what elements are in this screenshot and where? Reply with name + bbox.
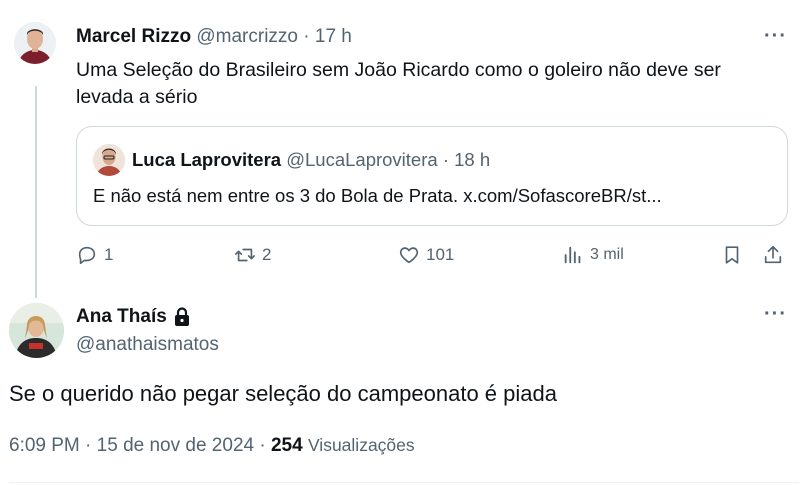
tweet-time[interactable]: 6:09 PM (9, 435, 80, 456)
author-name[interactable]: Marcel Rizzo (76, 26, 191, 48)
author-name-row: Ana Thaís (76, 306, 191, 328)
repost-count: 2 (262, 245, 272, 264)
main-tweet-text: Se o querido não pegar seleção do campeo… (9, 381, 557, 406)
reply-count: 1 (104, 245, 114, 264)
avatar (93, 144, 125, 176)
separator-dot: · (85, 435, 92, 456)
author-handle[interactable]: @marcrizzo (196, 26, 298, 48)
author-name[interactable]: Ana Thaís (76, 306, 167, 328)
quoted-tweet-time: 18 h (454, 149, 491, 170)
reply-button[interactable]: 1 (76, 244, 113, 266)
tweet-metadata: 6:09 PM · 15 de nov de 2024 · 254 Visual… (9, 435, 415, 457)
tweet-date[interactable]: 15 de nov de 2024 (97, 435, 254, 456)
share-button[interactable] (762, 244, 784, 266)
quoted-author-handle: @LucaLaprovitera (286, 149, 438, 170)
views-button[interactable]: 3 mil (562, 244, 624, 266)
quoted-tweet-header: Luca Laprovitera @LucaLaprovitera · 18 h (132, 149, 490, 171)
reply-icon (78, 246, 96, 265)
bookmark-button[interactable] (721, 244, 743, 266)
lock-icon (174, 307, 189, 326)
separator-dot: · (259, 435, 266, 456)
like-button[interactable]: 101 (398, 244, 454, 266)
views-chart-icon (564, 246, 581, 264)
avatar[interactable] (9, 303, 64, 358)
separator-dot: · (303, 26, 310, 47)
repost-icon (235, 248, 255, 262)
parent-tweet-header: Marcel Rizzo @marcrizzo · 17 h (76, 26, 352, 48)
more-options-button[interactable]: ··· (764, 304, 787, 324)
tweet-actions-bar: 1 2 101 3 mil (76, 244, 788, 272)
quoted-tweet[interactable]: Luca Laprovitera @LucaLaprovitera · 18 h… (76, 126, 788, 226)
quoted-author-name: Luca Laprovitera (132, 149, 282, 170)
views-count: 3 mil (590, 246, 624, 263)
views-count: 254 (270, 435, 303, 456)
heart-icon (399, 247, 419, 264)
like-count: 101 (426, 245, 455, 264)
quoted-tweet-text: E não está nem entre os 3 do Bola de Pra… (93, 185, 662, 206)
thread-connector-line (35, 86, 37, 298)
author-handle[interactable]: @anathaismatos (76, 334, 219, 356)
parent-tweet-text: Uma Seleção do Brasileiro sem João Ricar… (76, 59, 721, 108)
bookmark-icon (725, 246, 739, 264)
avatar[interactable] (14, 22, 56, 64)
repost-button[interactable]: 2 (234, 244, 271, 266)
views-label: Visualizações (307, 435, 415, 455)
tweet-time[interactable]: 17 h (315, 26, 352, 48)
share-icon (764, 245, 782, 264)
more-options-button[interactable]: ··· (764, 26, 787, 46)
divider (9, 482, 799, 483)
separator-dot: · (442, 149, 449, 170)
